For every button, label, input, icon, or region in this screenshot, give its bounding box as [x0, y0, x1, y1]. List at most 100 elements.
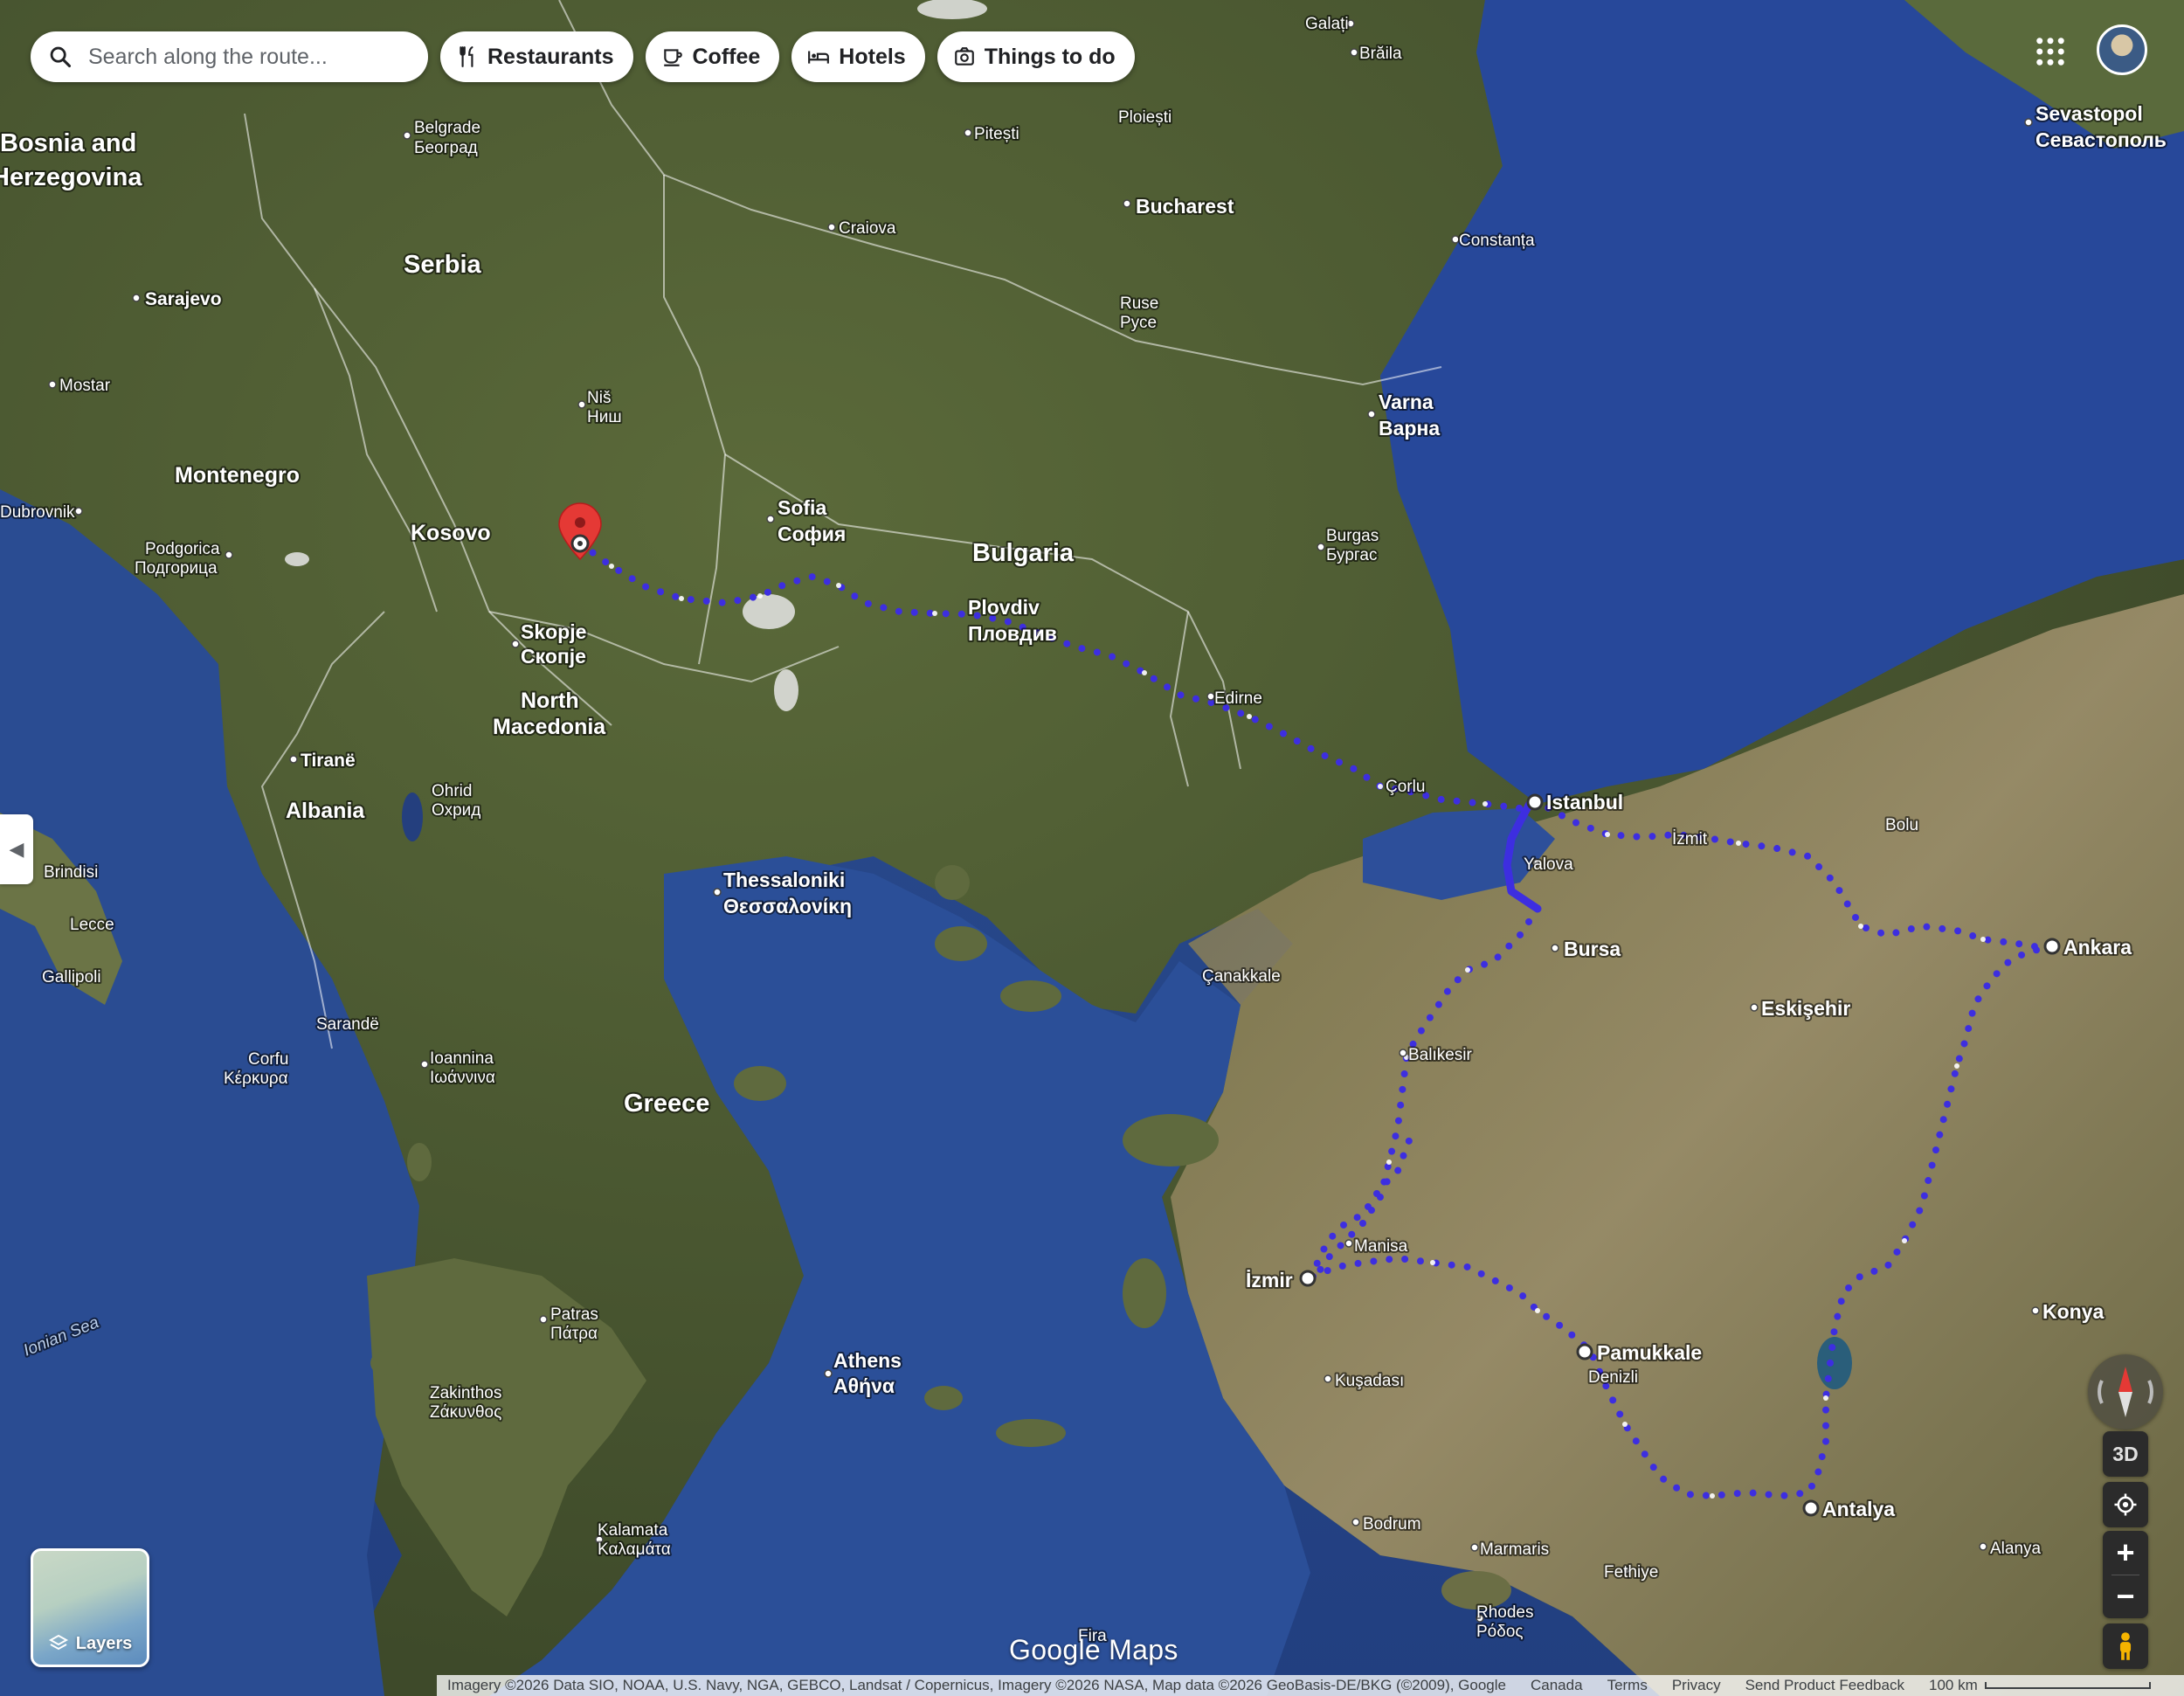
chip-things-to-do[interactable]: Things to do: [936, 31, 1135, 82]
city-label: Скопје: [521, 645, 586, 668]
city-label: Ruse: [1120, 294, 1158, 313]
coffee-cup-icon: [663, 49, 682, 66]
apps-grid-icon[interactable]: [2032, 33, 2069, 70]
footer-link-region[interactable]: Canada: [1531, 1677, 1583, 1694]
city-label: Dubrovnik: [0, 503, 75, 522]
layers-icon: [48, 1634, 68, 1651]
city-label: Ioannina: [430, 1049, 494, 1068]
layers-button[interactable]: Layers: [31, 1548, 149, 1667]
city-label: Rhodes: [1476, 1603, 1534, 1622]
layers-label: Layers: [75, 1633, 133, 1653]
map-footer: Imagery ©2026 Data SIO, NOAA, U.S. Navy,…: [437, 1675, 2184, 1696]
city-label: Eskişehir: [1761, 997, 1850, 1020]
city-label: Lecce: [70, 916, 114, 934]
city-label: Ρόδος: [1476, 1623, 1524, 1641]
chip-restaurants[interactable]: Restaurants: [440, 31, 633, 82]
city-label: Pamukkale: [1597, 1341, 1702, 1364]
scale-bar[interactable]: 100 km: [1929, 1677, 2151, 1694]
city-label: İzmit: [1672, 830, 1708, 848]
city-label: Θεσσαλονίκη: [723, 895, 852, 917]
city-label: Севастополь: [2035, 128, 2167, 151]
country-label: Bulgaria: [972, 539, 1075, 567]
zoom-in-button[interactable]: +: [2103, 1531, 2148, 1575]
city-label: Mostar: [59, 377, 111, 395]
city-label: Kuşadası: [1335, 1372, 1404, 1390]
chevron-left-icon: ◀: [9, 838, 24, 860]
city-label: Denizli: [1588, 1368, 1638, 1387]
city-label: Niš: [587, 389, 611, 407]
city-label: Edirne: [1214, 689, 1262, 708]
city-label: Zakinthos: [430, 1384, 501, 1402]
city-label: Κέρκυρα: [224, 1070, 288, 1088]
city-label: Sofia: [778, 496, 826, 519]
city-label: Çorlu: [1386, 778, 1425, 796]
country-label: Kosovo: [411, 521, 491, 545]
city-label: Београд: [414, 139, 478, 157]
city-label: Marmaris: [1480, 1540, 1549, 1559]
city-label: Manisa: [1354, 1237, 1408, 1256]
city-label: Yalova: [1524, 855, 1573, 874]
chip-label: Hotels: [839, 44, 906, 69]
footer-link-feedback[interactable]: Send Product Feedback: [1745, 1677, 1904, 1694]
city-label: Constanța: [1459, 232, 1535, 250]
country-label: Macedonia: [493, 715, 606, 739]
city-label: Konya: [2042, 1300, 2105, 1323]
country-label: Herzegovina: [0, 163, 142, 191]
city-label: Plovdiv: [968, 596, 1040, 619]
satellite-map[interactable]: Bosnia and Herzegovina Serbia Montenegro…: [0, 0, 2184, 1696]
city-label: Bursa: [1564, 938, 1621, 960]
city-label: Gallipoli: [42, 968, 101, 986]
my-location-button[interactable]: [2103, 1482, 2148, 1527]
compass-control[interactable]: [2088, 1354, 2163, 1429]
account-avatar[interactable]: [2097, 24, 2147, 75]
city-label: Corfu: [248, 1050, 288, 1069]
city-label: Ιωάννινα: [430, 1069, 495, 1087]
zoom-out-button[interactable]: −: [2103, 1575, 2148, 1618]
route-search-box[interactable]: [31, 31, 428, 82]
city-label: Fethiye: [1604, 1563, 1658, 1582]
city-label: Brindisi: [44, 863, 98, 882]
city-label: Αθήνα: [833, 1374, 895, 1397]
city-label: Craiova: [839, 219, 896, 238]
attribution-text: Imagery ©2026 Data SIO, NOAA, U.S. Navy,…: [447, 1677, 1506, 1693]
country-label: Bosnia and: [0, 129, 136, 157]
city-label: Istanbul: [1546, 791, 1623, 813]
chip-hotels[interactable]: Hotels: [791, 31, 925, 82]
bed-icon: [808, 51, 830, 64]
city-label: Belgrade: [414, 119, 480, 137]
city-label: Varna: [1379, 391, 1434, 413]
street-view-pegman-button[interactable]: [2103, 1623, 2148, 1669]
city-label: Tiranë: [301, 751, 356, 771]
location-target-icon: [2114, 1493, 2137, 1516]
city-label: Sevastopol: [2035, 102, 2143, 125]
country-label: North: [521, 689, 579, 713]
search-icon: [50, 46, 72, 68]
city-label: Bolu: [1885, 816, 1918, 834]
chip-label: Coffee: [692, 44, 761, 69]
toggle-3d-button[interactable]: 3D: [2103, 1431, 2148, 1477]
city-label: Balıkesir: [1408, 1046, 1473, 1064]
chip-coffee[interactable]: Coffee: [645, 31, 780, 82]
city-label: Bodrum: [1363, 1515, 1421, 1533]
city-label: Brăila: [1359, 45, 1402, 63]
google-maps-watermark: Google Maps: [1009, 1634, 1178, 1665]
chip-label: Things to do: [984, 44, 1116, 69]
city-label: Athens: [833, 1349, 902, 1372]
city-label: Подгорица: [135, 559, 218, 578]
search-input[interactable]: [86, 43, 411, 71]
city-label: Бургас: [1326, 546, 1377, 564]
fork-knife-icon: [460, 46, 473, 67]
city-label: Antalya: [1822, 1498, 1895, 1520]
footer-link-terms[interactable]: Terms: [1607, 1677, 1648, 1694]
country-label: Montenegro: [175, 463, 300, 488]
city-label: Pitești: [974, 125, 1019, 143]
scale-bar-graphic: [1984, 1682, 2151, 1689]
chip-label: Restaurants: [487, 44, 614, 69]
country-label: Serbia: [404, 251, 482, 279]
city-label: Kalamata: [598, 1521, 668, 1540]
compass-icon: [2098, 1367, 2153, 1417]
zoom-controls: + −: [2103, 1531, 2148, 1618]
footer-link-privacy[interactable]: Privacy: [1672, 1677, 1721, 1694]
city-label: Skopje: [521, 620, 586, 643]
collapse-side-panel-button[interactable]: ◀: [0, 814, 33, 884]
